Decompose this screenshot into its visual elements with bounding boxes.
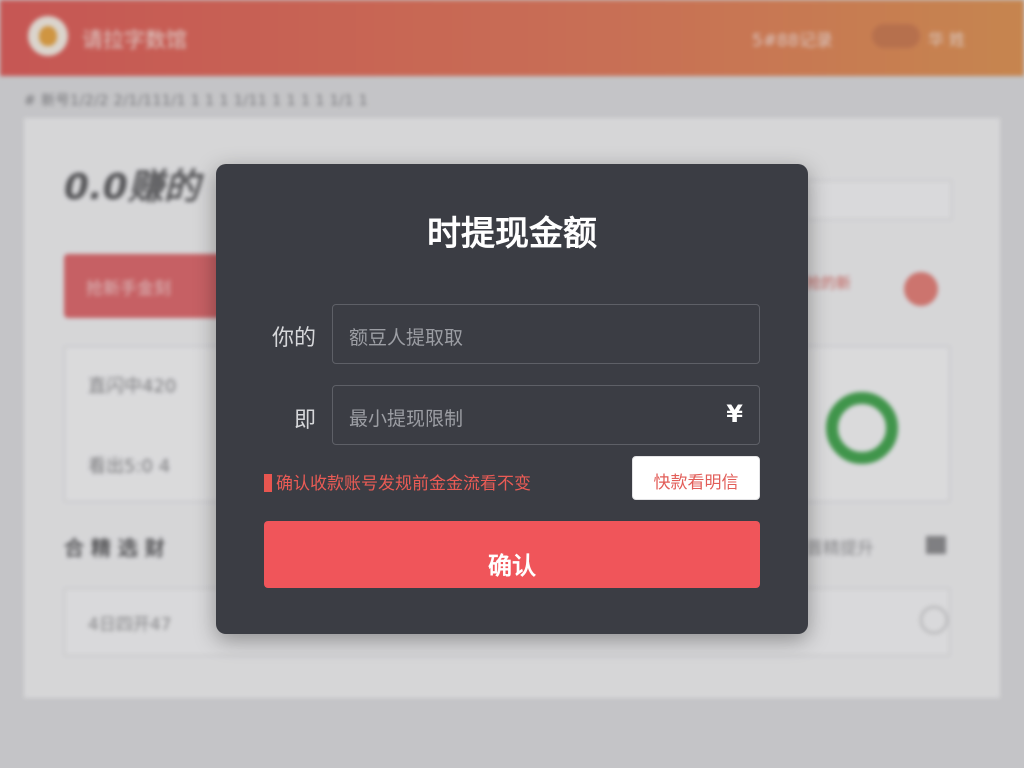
withdraw-dialog: 时提现金额 你的 额豆人提取取 即 最小提现限制 ¥ 确认收款账号发规前金金流看…	[216, 164, 808, 634]
amount-input[interactable]: 最小提现限制 ¥	[332, 385, 760, 445]
account-placeholder: 额豆人提取取	[349, 327, 464, 349]
warning-message: 确认收款账号发规前金金流看不变	[276, 474, 531, 494]
amount-placeholder: 最小提现限制	[349, 408, 464, 430]
confirm-button[interactable]: 确认	[264, 521, 760, 588]
warning-bar-icon	[264, 474, 272, 492]
view-details-button[interactable]: 快款看明信	[632, 456, 760, 500]
dialog-title: 时提现金额	[427, 214, 597, 254]
warning-text: 确认收款账号发规前金金流看不变	[264, 469, 531, 494]
field-label-account: 你的	[271, 326, 316, 351]
account-input[interactable]: 额豆人提取取	[332, 304, 760, 364]
yen-icon: ¥	[726, 400, 743, 428]
field-label-amount: 即	[293, 408, 316, 433]
